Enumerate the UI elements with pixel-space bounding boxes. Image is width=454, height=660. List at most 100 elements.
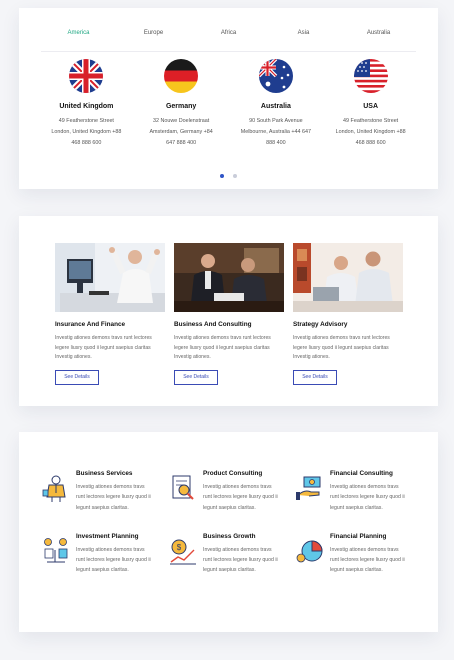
carousel-dot-2[interactable] [232,174,237,178]
description-line: runt lectores legere liusry quod ii [330,557,405,564]
tab-america[interactable]: America [41,22,116,51]
description-line: runt lectores legere liusry quod ii [76,557,151,564]
address-line: 468 888 600 [355,139,386,146]
address-line: 49 Featherstone Street [58,118,114,124]
description-line: Investig ationes demons travs [330,546,399,553]
service-item: Strategy Advisory Investig ationes demon… [293,243,403,385]
pie-chart-icon [296,540,323,563]
tab-africa[interactable]: Africa [191,22,266,51]
feature-text: Financial Planning Investig ationes demo… [330,533,415,576]
address-line: 90 South Park Avenue [249,118,303,124]
services-card: Insurance And Finance Investig ationes d… [19,216,438,406]
tab-asia[interactable]: Asia [266,22,341,51]
feature-title: Financial Planning [330,532,387,540]
description-line: Investig ationes demons travs [330,484,399,490]
see-details-button[interactable]: See Details [55,369,99,385]
feature-item: Product Consulting Investig ationes demo… [168,470,295,513]
feature-item: Investment Planning Investig ationes dem… [41,533,168,576]
description-line: Investig ationes demons travs runt lecto… [55,335,152,341]
feature-description: Investig ationes demons travs runt lecto… [76,545,161,576]
see-details-button[interactable]: See Details [293,369,337,385]
description-line: legere liusry quod ii legunt saepius cla… [55,344,151,351]
business-meeting-photo [174,243,284,312]
office-name: United Kingdom [59,103,114,110]
office-man-celebrating-photo [55,243,165,312]
uk-flag-icon [69,59,104,93]
feature-text: Business Growth Investig ationes demons … [203,533,288,576]
feature-description: Investig ationes demons travs runt lecto… [203,482,288,513]
address-line: 888 400 [266,139,286,146]
feature-item: $ Business Growth Investig ationes demon… [168,533,295,576]
offices-card: America Europe Africa Asia Australia Uni… [19,8,438,189]
office-item: United Kingdom 49 Featherstone Street Lo… [39,59,134,148]
service-item: Insurance And Finance Investig ationes d… [55,243,165,385]
tab-europe[interactable]: Europe [116,22,191,51]
description-line: Investig ationes demons travs [203,546,272,553]
carousel-pagination [19,165,438,183]
office-name: Australia [260,103,291,110]
office-list: United Kingdom 49 Featherstone Street Lo… [39,59,418,148]
feature-description: Investig ationes demons travs runt lecto… [76,482,161,513]
office-address: 32 Nouwe Doelenstraat Amsterdam, Germany… [134,116,229,148]
service-title: Strategy Advisory [293,321,348,328]
service-list: Insurance And Finance Investig ationes d… [55,243,403,385]
australia-flag-icon [258,59,293,93]
description-line: Investig ationes demons travs runt lecto… [174,335,271,341]
description-line: runt lectores legere liusry quod ii [203,494,278,501]
description-line: legunt saepius claritas. [203,504,256,511]
service-description: Investig ationes demons travs runt lecto… [55,334,165,363]
description-line: runt lectores legere liusry quod ii [76,494,151,501]
description-line: legunt saepius claritas. [330,504,383,511]
service-description: Investig ationes demons travs runt lecto… [174,334,284,363]
feature-item: Financial Planning Investig ationes demo… [295,533,422,576]
feature-text: Financial Consulting Investig ationes de… [330,470,415,513]
description-line: Investig ationes demons travs [76,546,145,553]
description-line: Investig ationes. [55,354,92,361]
description-line: Investig ationes demons travs [76,484,145,490]
office-address: 90 South Park Avenue Melbourne, Australi… [229,116,324,148]
description-line: legunt saepius claritas. [76,504,129,511]
office-item: Germany 32 Nouwe Doelenstraat Amsterdam,… [134,59,229,148]
germany-flag-icon [164,59,199,93]
feature-title: Investment Planning [76,532,139,540]
address-line: London, United Kingdom +88 [335,128,406,135]
service-description: Investig ationes demons travs runt lecto… [293,334,403,363]
feature-title: Business Services [76,470,133,477]
feature-description: Investig ationes demons travs runt lecto… [203,545,288,576]
service-title: Insurance And Finance [55,321,126,328]
region-tabs: America Europe Africa Asia Australia [41,22,416,52]
feature-title: Product Consulting [203,470,263,477]
description-line: Investig ationes demons travs runt lecto… [293,335,390,341]
description-line: runt lectores legere liusry quod ii [330,494,405,501]
address-line: 468 888 600 [71,139,102,146]
feature-description: Investig ationes demons travs runt lecto… [330,482,415,513]
feature-item: Business Services Investig ationes demon… [41,470,168,513]
tab-australia[interactable]: Australia [341,22,416,51]
feature-text: Product Consulting Investig ationes demo… [203,470,288,513]
description-line: Investig ationes. [174,354,211,361]
laptop-colleagues-photo [293,243,403,312]
description-line: legunt saepius claritas. [203,567,256,574]
businessman-icon [42,475,66,502]
service-title: Business And Consulting [174,321,252,328]
description-line: legere liusry quod ii legunt saepius cla… [293,344,389,351]
see-details-button[interactable]: See Details [174,369,218,385]
feature-text: Investment Planning Investig ationes dem… [76,533,161,576]
feature-item: Financial Consulting Investig ationes de… [295,470,422,513]
feature-description: Investig ationes demons travs runt lecto… [330,545,415,576]
office-name: Germany [165,103,197,110]
address-line: 32 Nouwe Doelenstraat [152,118,210,124]
carousel-dot-1[interactable] [220,174,225,178]
feature-title: Business Growth [203,532,256,540]
usa-flag-icon [353,59,388,93]
description-line: legunt saepius claritas. [76,567,129,574]
feature-text: Business Services Investig ationes demon… [76,470,161,513]
description-line: legere liusry quod ii legunt saepius cla… [174,344,270,351]
magnifier-document-icon [172,475,194,500]
office-name: USA [363,103,379,110]
address-line: Melbourne, Australia +44 647 [240,128,312,135]
investment-person-icon [44,537,68,563]
office-address: 49 Featherstone Street London, United Ki… [39,116,134,148]
feature-grid: Business Services Investig ationes demon… [41,470,421,576]
office-item: Australia 90 South Park Avenue Melbourne… [229,59,324,148]
